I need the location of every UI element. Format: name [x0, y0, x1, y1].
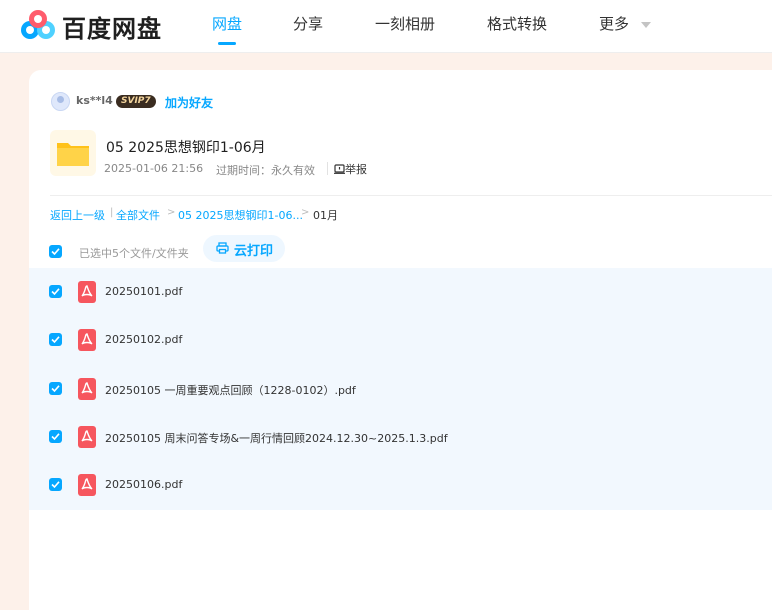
- sharer-username[interactable]: ks**l4: [76, 94, 113, 107]
- file-checkbox[interactable]: [49, 333, 62, 346]
- chevron-down-icon[interactable]: [641, 22, 651, 28]
- pdf-file-icon: [78, 426, 96, 448]
- avatar[interactable]: [51, 92, 70, 111]
- printer-icon: [216, 242, 229, 254]
- report-icon: [334, 164, 345, 174]
- file-checkbox[interactable]: [49, 430, 62, 443]
- folder-icon: [57, 143, 89, 166]
- nav-item-moments-album[interactable]: 一刻相册: [375, 13, 435, 34]
- file-name[interactable]: 20250105 周末问答专场&一周行情回顾2024.12.30~2025.1.…: [105, 430, 448, 446]
- breadcrumb-separator: |: [110, 207, 114, 218]
- report-button[interactable]: 举报: [334, 161, 367, 177]
- list-item[interactable]: 20250105 周末问答专场&一周行情回顾2024.12.30~2025.1.…: [29, 413, 772, 461]
- checkmark-icon: [51, 248, 60, 256]
- expiry-info: 过期时间：永久有效: [216, 164, 315, 177]
- list-item[interactable]: 20250105 一周重要观点回顾（1228-0102）.pdf: [29, 365, 772, 413]
- breadcrumb-separator: >: [301, 207, 310, 218]
- pdf-file-icon: [78, 281, 96, 303]
- cloud-print-button[interactable]: 云打印: [203, 235, 285, 262]
- selection-summary: 已选中5个文件/文件夹: [79, 247, 189, 260]
- list-item[interactable]: 20250102.pdf: [29, 316, 772, 364]
- file-name[interactable]: 20250106.pdf: [105, 478, 182, 491]
- file-list: 20250101.pdf 20250102.pdf 20250105 一周重要观…: [29, 268, 772, 510]
- list-item[interactable]: 20250101.pdf: [29, 268, 772, 316]
- cloud-print-label: 云打印: [234, 244, 274, 259]
- checkmark-icon: [51, 481, 60, 489]
- baidu-netdisk-logo-icon[interactable]: [18, 8, 58, 44]
- breadcrumb-all-files[interactable]: 全部文件: [116, 207, 160, 223]
- nav-item-format-convert[interactable]: 格式转换: [487, 13, 547, 34]
- select-all-checkbox[interactable]: [49, 245, 62, 258]
- file-checkbox[interactable]: [49, 285, 62, 298]
- pdf-file-icon: [78, 378, 96, 400]
- file-checkbox[interactable]: [49, 382, 62, 395]
- breadcrumb-separator: >: [167, 207, 176, 218]
- breadcrumb-parent-folder[interactable]: 05 2025思想钢印1-06...: [178, 207, 303, 223]
- file-name[interactable]: 20250105 一周重要观点回顾（1228-0102）.pdf: [105, 382, 356, 398]
- pdf-file-icon: [78, 329, 96, 351]
- file-checkbox[interactable]: [49, 478, 62, 491]
- share-date: 2025-01-06 21:56: [104, 162, 204, 175]
- vip-badge: SVIP7: [116, 95, 156, 108]
- top-navigation-bar: 百度网盘 网盘 分享 一刻相册 格式转换 更多: [0, 0, 772, 53]
- meta-divider: [327, 162, 328, 175]
- file-name[interactable]: 20250101.pdf: [105, 285, 182, 298]
- nav-active-indicator: [218, 42, 236, 45]
- file-name[interactable]: 20250102.pdf: [105, 333, 182, 346]
- folder-thumbnail: [50, 130, 96, 176]
- report-label: 举报: [345, 163, 367, 176]
- brand-name[interactable]: 百度网盘: [62, 9, 162, 44]
- breadcrumb-current: 01月: [313, 209, 338, 222]
- breadcrumb-back[interactable]: 返回上一级: [50, 207, 105, 223]
- checkmark-icon: [51, 288, 60, 296]
- add-friend-link[interactable]: 加为好友: [165, 94, 213, 111]
- nav-item-share[interactable]: 分享: [293, 13, 323, 34]
- checkmark-icon: [51, 433, 60, 441]
- list-item[interactable]: 20250106.pdf: [29, 461, 772, 509]
- section-divider: [50, 195, 772, 196]
- pdf-file-icon: [78, 474, 96, 496]
- nav-item-more[interactable]: 更多: [599, 13, 629, 34]
- folder-title: 05 2025思想钢印1-06月: [106, 140, 266, 156]
- checkmark-icon: [51, 385, 60, 393]
- checkmark-icon: [51, 336, 60, 344]
- nav-item-netdisk[interactable]: 网盘: [212, 13, 242, 34]
